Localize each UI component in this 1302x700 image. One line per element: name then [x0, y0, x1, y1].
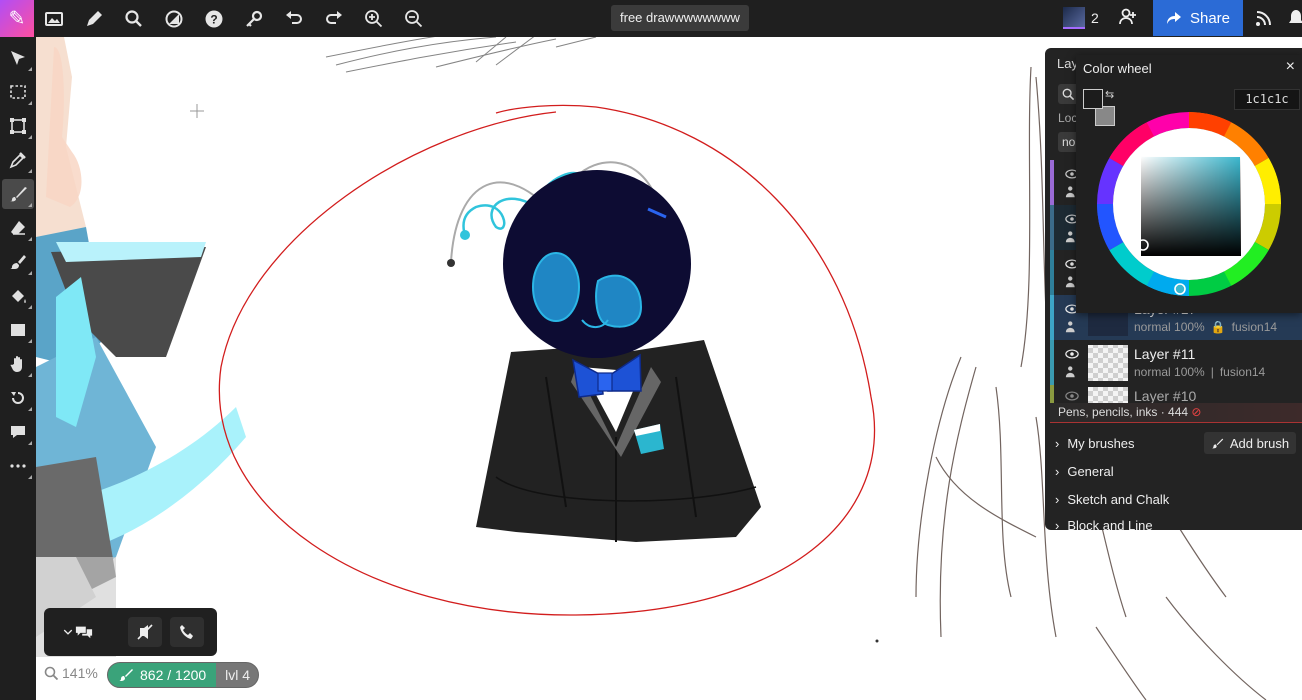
layer-name: Layer #10	[1134, 388, 1197, 404]
pencil-icon[interactable]	[74, 0, 114, 37]
zoom-value: 141%	[62, 665, 98, 681]
owner-icon	[1065, 320, 1075, 332]
more-icon[interactable]	[2, 451, 34, 481]
image-icon[interactable]	[34, 0, 74, 37]
swap-colors-icon[interactable]: ⇆	[1105, 88, 1114, 101]
add-brush-label: Add brush	[1229, 435, 1290, 451]
zoom-indicator[interactable]: 141%	[44, 665, 98, 681]
avatar[interactable]	[1063, 7, 1085, 29]
eyedropper-icon[interactable]	[2, 145, 34, 175]
app-logo-icon[interactable]: ✎	[0, 0, 34, 37]
brush-banner[interactable]: Pens, pencils, inks · 444 ⊘	[1050, 403, 1302, 423]
layer-blend: normal 100%	[1134, 365, 1205, 379]
eye-icon[interactable]	[1065, 389, 1079, 403]
xp-progress-bar: 862 / 1200 lvl 4	[107, 662, 259, 688]
brush-banner-label: Pens, pencils, inks · 444	[1058, 405, 1189, 419]
layer-row[interactable]: Layer #11 normal 100% | fusion14	[1050, 340, 1302, 385]
chat-toggle-button[interactable]	[56, 617, 100, 647]
rotate-icon[interactable]	[2, 383, 34, 413]
undo-icon[interactable]	[274, 0, 314, 37]
feed-icon[interactable]	[1255, 9, 1273, 32]
brush-group-block[interactable]: › Block and Line	[1055, 520, 1153, 530]
brush-group-label: My brushes	[1067, 436, 1135, 451]
eye-icon[interactable]	[1065, 347, 1079, 361]
hue-ring[interactable]	[1093, 108, 1285, 300]
share-label: Share	[1189, 9, 1231, 27]
collaborators[interactable]: 2	[1063, 5, 1099, 31]
adjust-icon[interactable]	[154, 0, 194, 37]
rectangle-icon[interactable]	[2, 315, 34, 345]
brush-icon[interactable]	[2, 179, 34, 209]
bell-icon[interactable]	[1289, 9, 1302, 32]
brush-group-label: Block and Line	[1067, 520, 1153, 530]
svg-text:?: ?	[210, 12, 217, 26]
fill-icon[interactable]	[2, 281, 34, 311]
add-brush-icon	[1211, 438, 1224, 448]
document-title[interactable]: free drawwwwwwww	[611, 5, 749, 31]
smudge-icon[interactable]	[2, 247, 34, 277]
drawing-app: ✎ ? free drawwwwwwww 2 Share 141% 862 / …	[0, 0, 1302, 700]
brush-xp-icon	[119, 669, 133, 681]
owner-icon	[1065, 365, 1075, 377]
lock-label: Loc	[1058, 111, 1078, 125]
zoom-icon	[44, 666, 58, 680]
left-toolbar	[0, 37, 36, 700]
search-icon	[1062, 88, 1075, 101]
brush-group-sketch[interactable]: › Sketch and Chalk	[1055, 492, 1169, 507]
chevron-right-icon: ›	[1055, 492, 1060, 507]
move-select-icon[interactable]	[2, 43, 34, 73]
chevron-right-icon: ›	[1055, 464, 1060, 479]
chat-toolbar	[44, 608, 217, 656]
brush-group-label: Sketch and Chalk	[1067, 492, 1170, 507]
brush-group-my-brushes[interactable]: › My brushes	[1055, 436, 1135, 451]
add-brush-button[interactable]: Add brush	[1204, 432, 1296, 454]
xp-value: 862 / 1200	[140, 667, 207, 683]
top-toolbar: ✎ ? free drawwwwwwww 2 Share	[0, 0, 1302, 37]
comment-icon[interactable]	[2, 417, 34, 447]
redo-icon[interactable]	[314, 0, 354, 37]
lock-icon: 🔒	[1210, 320, 1226, 334]
chevron-right-icon: ›	[1055, 520, 1060, 530]
call-button[interactable]	[170, 617, 204, 647]
phone-icon	[180, 625, 193, 639]
hex-input[interactable]: 1c1c1c	[1234, 89, 1300, 110]
rect-select-icon[interactable]	[2, 77, 34, 107]
zoom-in-icon[interactable]	[354, 0, 394, 37]
mute-icon	[137, 624, 153, 640]
chevron-right-icon: ›	[1055, 436, 1060, 451]
layers-panel-title: Lay	[1057, 56, 1078, 71]
share-icon	[1166, 12, 1181, 24]
layer-name: Layer #11	[1134, 346, 1196, 362]
color-wheel-title: Color wheel	[1083, 61, 1152, 76]
chevron-down-icon	[63, 629, 73, 635]
foreground-color-swatch[interactable]	[1083, 89, 1103, 109]
layer-thumbnail	[1088, 344, 1128, 381]
transform-icon[interactable]	[2, 111, 34, 141]
search-icon[interactable]	[114, 0, 154, 37]
brush-group-general[interactable]: › General	[1055, 464, 1114, 479]
close-icon[interactable]: ×	[1286, 58, 1295, 76]
help-icon[interactable]: ?	[194, 0, 234, 37]
layer-owner: fusion14	[1219, 365, 1266, 379]
add-user-icon[interactable]	[1118, 7, 1138, 32]
zoom-out-icon[interactable]	[394, 0, 434, 37]
color-wheel-popup: Color wheel × ⇆ 1c1c1c	[1076, 55, 1302, 313]
voice-off-button[interactable]	[128, 617, 162, 647]
level-label: lvl 4	[225, 667, 250, 683]
eraser-icon[interactable]	[2, 213, 34, 243]
layer-blend: normal 100%	[1134, 320, 1205, 334]
hand-icon[interactable]	[2, 349, 34, 379]
collaborator-count: 2	[1091, 10, 1099, 26]
key-icon[interactable]	[234, 0, 274, 37]
brush-group-label: General	[1067, 464, 1114, 479]
layer-owner: fusion14	[1231, 320, 1278, 334]
chat-icon	[75, 626, 93, 639]
share-button[interactable]: Share	[1153, 0, 1243, 36]
